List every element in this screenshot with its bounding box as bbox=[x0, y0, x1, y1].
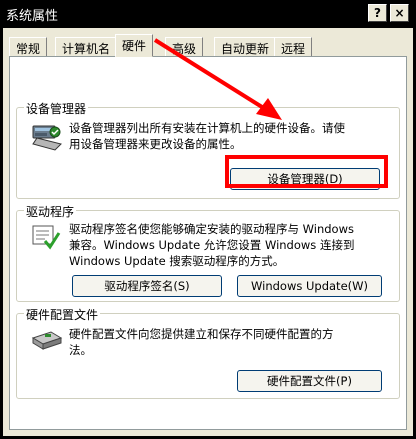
tab-hardware[interactable]: 硬件 bbox=[115, 34, 154, 57]
tab-computer-name[interactable]: 计算机名 bbox=[55, 37, 118, 56]
device-manager-group-title: 设备管理器 bbox=[24, 100, 89, 117]
dialog-client: 常规 计算机名 硬件 高级 自动更新 远程 设备管理器 设备管理器列出所有安装在… bbox=[3, 28, 413, 436]
close-icon: × bbox=[394, 6, 405, 20]
hardware-profiles-group: 硬件配置文件 硬件配置文件向您提供建立和保存不同硬件配置的方 法。 硬件配置文件… bbox=[16, 306, 400, 399]
drivers-group-title: 驱动程序 bbox=[24, 203, 77, 220]
driver-signing-icon bbox=[32, 225, 61, 250]
tab-remote[interactable]: 远程 bbox=[274, 37, 313, 56]
hardware-profiles-button[interactable]: 硬件配置文件(P) bbox=[237, 370, 382, 392]
drivers-desc-line3: Windows Update 搜索驱动程序的方式。 bbox=[69, 254, 285, 268]
driver-signing-button[interactable]: 驱动程序签名(S) bbox=[72, 275, 222, 297]
annotation-highlight-box bbox=[225, 155, 388, 188]
window-title: 系统属性 bbox=[6, 9, 59, 24]
windows-update-button[interactable]: Windows Update(W) bbox=[237, 275, 382, 297]
hardware-profile-icon bbox=[31, 331, 63, 350]
hardware-profiles-group-title: 硬件配置文件 bbox=[24, 306, 101, 323]
title-bar[interactable]: 系统属性 ? × bbox=[0, 0, 416, 26]
help-button[interactable]: ? bbox=[368, 4, 387, 22]
drivers-desc-line2: 兼容。Windows Update 允许您设置 Windows 连接到 bbox=[69, 238, 355, 252]
tab-general[interactable]: 常规 bbox=[9, 37, 48, 56]
drivers-group: 驱动程序 驱动程序签名使您能够确定安装的驱动程序与 Windows 兼容。Win… bbox=[16, 203, 400, 302]
device-manager-desc-line1: 设备管理器列出所有安装在计算机上的硬件设备。请使 bbox=[69, 121, 345, 135]
tab-automatic-updates[interactable]: 自动更新 bbox=[214, 37, 277, 56]
help-icon: ? bbox=[374, 6, 381, 20]
hardware-profiles-desc-line2: 法。 bbox=[69, 343, 92, 357]
tab-advanced[interactable]: 高级 bbox=[165, 37, 204, 56]
drivers-desc-line1: 驱动程序签名使您能够确定安装的驱动程序与 Windows bbox=[69, 222, 354, 236]
device-manager-desc-line2: 用设备管理器来更改设备的属性。 bbox=[69, 137, 242, 151]
close-button[interactable]: × bbox=[390, 4, 409, 22]
device-manager-icon bbox=[32, 125, 62, 151]
hardware-profiles-desc-line1: 硬件配置文件向您提供建立和保存不同硬件配置的方 bbox=[69, 327, 334, 341]
system-properties-window: 系统属性 ? × 常规 计算机名 硬件 高级 自动更新 远程 设备管理器 设备管… bbox=[0, 0, 416, 439]
hardware-tab-panel: 设备管理器 设备管理器列出所有安装在计算机上的硬件设备。请使 用设备管理器来更改… bbox=[9, 56, 407, 430]
